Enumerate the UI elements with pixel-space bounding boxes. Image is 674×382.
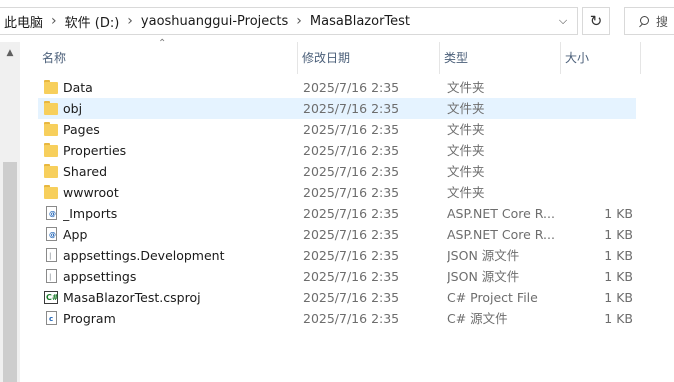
file-row[interactable]: Shared 2025/7/16 2:35 文件夹: [38, 161, 636, 182]
breadcrumb-projects[interactable]: yaoshuanggui-Projects: [139, 14, 290, 29]
file-type: JSON 源文件: [447, 269, 520, 284]
file-name: wwwroot: [63, 185, 119, 200]
file-name: MasaBlazorTest.csproj: [63, 290, 201, 305]
breadcrumb-separator[interactable]: ›: [290, 13, 308, 29]
json-file-icon: |: [46, 248, 57, 262]
file-size: [561, 119, 633, 140]
column-type[interactable]: 类型: [440, 42, 561, 74]
file-name: _Imports: [63, 206, 118, 221]
breadcrumb-drive[interactable]: 软件 (D:): [63, 12, 122, 31]
folder-icon: [44, 185, 58, 200]
file-size: 1 KB: [604, 248, 633, 263]
file-row[interactable]: wwwroot 2025/7/16 2:35 文件夹: [38, 182, 636, 203]
file-type: 文件夹: [447, 143, 485, 158]
file-type: ASP.NET Core R...: [447, 227, 555, 242]
file-size: 1 KB: [604, 269, 633, 284]
file-row[interactable]: Properties 2025/7/16 2:35 文件夹: [38, 140, 636, 161]
file-size: 1 KB: [604, 206, 633, 221]
file-size: [561, 182, 633, 203]
column-header: ⌃ 名称 修改日期 类型 大小: [0, 38, 674, 74]
file-date-modified: 2025/7/16 2:35: [303, 227, 400, 242]
file-date-modified: 2025/7/16 2:35: [303, 290, 400, 305]
folder-icon: [44, 80, 58, 95]
file-size: [561, 161, 633, 182]
file-type: JSON 源文件: [447, 248, 520, 263]
file-name: appsettings.Development: [63, 248, 225, 263]
razor-file-icon: @: [46, 227, 57, 241]
folder-icon: [44, 101, 58, 116]
breadcrumb-current[interactable]: MasaBlazorTest: [308, 14, 412, 29]
file-type: 文件夹: [447, 80, 485, 95]
search-box[interactable]: 搜: [624, 7, 674, 35]
address-dropdown-button[interactable]: ⌵: [549, 8, 577, 34]
file-row[interactable]: Data 2025/7/16 2:35 文件夹: [38, 77, 636, 98]
json-file-icon: |: [46, 269, 57, 283]
file-size: 1 KB: [604, 290, 633, 305]
file-name: Program: [63, 311, 116, 326]
file-type: 文件夹: [447, 164, 485, 179]
csproj-file-icon: C#: [44, 291, 59, 304]
nav-pane-scrollbar[interactable]: ▲: [0, 42, 20, 382]
file-row[interactable]: c Program 2025/7/16 2:35 C# 源文件 1 KB: [38, 308, 636, 329]
csharp-file-icon: c: [46, 311, 57, 325]
file-type: ASP.NET Core R...: [447, 206, 555, 221]
folder-icon: [44, 122, 58, 137]
file-type: C# Project File: [447, 290, 538, 305]
file-size: [561, 77, 633, 98]
file-row[interactable]: Pages 2025/7/16 2:35 文件夹: [38, 119, 636, 140]
file-name: Pages: [63, 122, 100, 137]
file-size: [561, 98, 633, 119]
file-date-modified: 2025/7/16 2:35: [303, 164, 400, 179]
file-date-modified: 2025/7/16 2:35: [303, 185, 400, 200]
file-row[interactable]: @ App 2025/7/16 2:35 ASP.NET Core R... 1 KB: [38, 224, 636, 245]
file-date-modified: 2025/7/16 2:35: [303, 143, 400, 158]
folder-icon: [44, 143, 58, 158]
breadcrumb-separator[interactable]: ›: [121, 13, 139, 29]
file-type: 文件夹: [447, 122, 485, 137]
file-type: C# 源文件: [447, 311, 508, 326]
breadcrumb-this-pc[interactable]: 此电脑: [0, 12, 45, 31]
file-row[interactable]: obj 2025/7/16 2:35 文件夹: [38, 98, 636, 119]
file-size: 1 KB: [604, 227, 633, 242]
column-date-modified[interactable]: 修改日期: [298, 42, 440, 74]
file-name: appsettings: [63, 269, 137, 284]
address-bar[interactable]: 此电脑 › 软件 (D:) › yaoshuanggui-Projects › …: [0, 7, 578, 35]
file-row[interactable]: | appsettings 2025/7/16 2:35 JSON 源文件 1 KB: [38, 266, 636, 287]
razor-file-icon: @: [46, 206, 57, 220]
file-name: Properties: [63, 143, 127, 158]
folder-icon: [44, 164, 58, 179]
scrollbar-thumb[interactable]: [3, 162, 17, 382]
file-size: [561, 140, 633, 161]
file-row[interactable]: @ _Imports 2025/7/16 2:35 ASP.NET Core R...…: [38, 203, 636, 224]
search-icon: [639, 15, 650, 27]
file-date-modified: 2025/7/16 2:35: [303, 80, 400, 95]
file-size: 1 KB: [604, 311, 633, 326]
file-date-modified: 2025/7/16 2:35: [303, 269, 400, 284]
file-name: App: [63, 227, 88, 242]
breadcrumb-separator[interactable]: ›: [45, 13, 63, 29]
file-date-modified: 2025/7/16 2:35: [303, 311, 400, 326]
file-row[interactable]: C# MasaBlazorTest.csproj 2025/7/16 2:35 C# …: [38, 287, 636, 308]
column-size[interactable]: 大小: [561, 42, 641, 74]
refresh-button[interactable]: ↻: [582, 7, 610, 35]
file-type: 文件夹: [447, 101, 485, 116]
file-date-modified: 2025/7/16 2:35: [303, 122, 400, 137]
file-name: Data: [63, 80, 93, 95]
refresh-icon: ↻: [589, 12, 603, 30]
file-name: obj: [63, 101, 83, 116]
search-input[interactable]: 搜: [656, 13, 668, 30]
column-name[interactable]: 名称: [38, 42, 298, 74]
file-date-modified: 2025/7/16 2:35: [303, 248, 400, 263]
file-date-modified: 2025/7/16 2:35: [303, 101, 400, 116]
file-date-modified: 2025/7/16 2:35: [303, 206, 400, 221]
file-row[interactable]: | appsettings.Development 2025/7/16 2:35 JS…: [38, 245, 636, 266]
file-type: 文件夹: [447, 185, 485, 200]
file-name: Shared: [63, 164, 108, 179]
